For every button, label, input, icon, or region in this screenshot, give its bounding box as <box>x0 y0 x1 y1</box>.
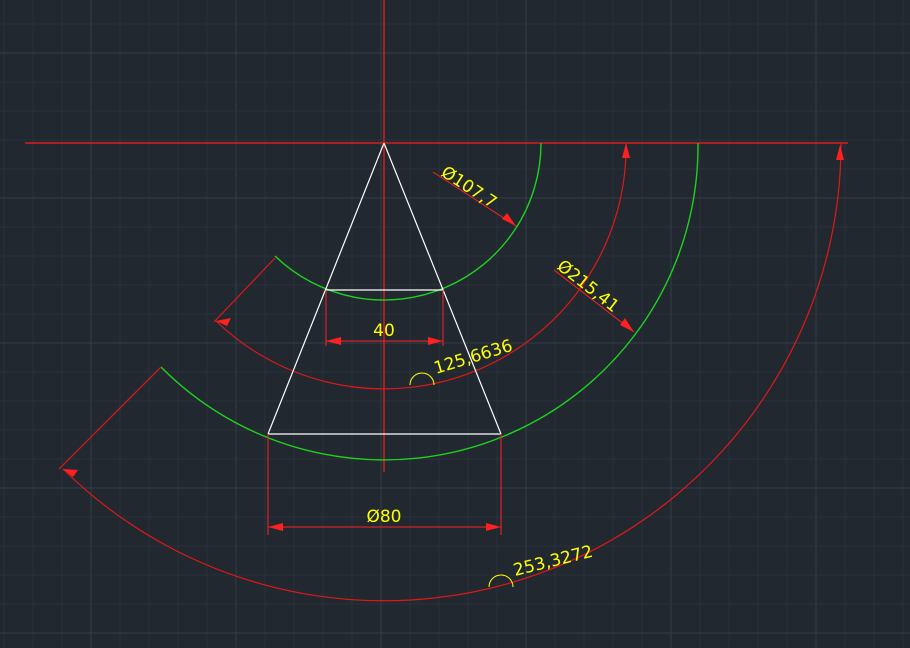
cad-drawing-canvas[interactable]: 40 Ø80 Ø107,7 Ø215,41 125,6636 253,3272 <box>0 0 910 648</box>
dim-80-label[interactable]: Ø80 <box>366 507 401 527</box>
dim-40-label[interactable]: 40 <box>373 321 395 341</box>
canvas-background <box>0 0 910 648</box>
